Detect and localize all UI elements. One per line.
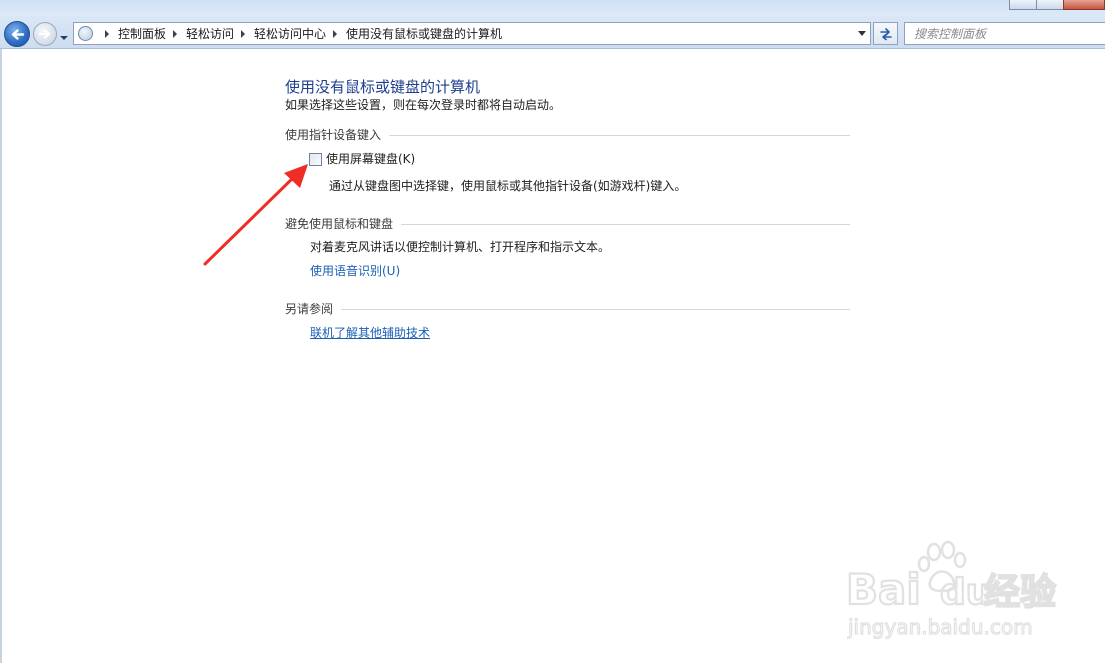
watermark-brand: Bai — [846, 565, 921, 614]
speech-recognition-description: 对着麦克风讲话以便控制计算机、打开程序和指示文本。 — [310, 240, 611, 254]
breadcrumb-item-current-page[interactable]: 使用没有鼠标或键盘的计算机 — [346, 25, 502, 42]
section-heading-text: 使用指针设备键入 — [285, 128, 382, 142]
speech-recognition-link[interactable]: 使用语音识别(U) — [310, 262, 400, 279]
address-bar[interactable]: 控制面板 轻松访问 轻松访问中心 使用没有鼠标或键盘的计算机 — [73, 22, 871, 45]
close-button[interactable] — [1063, 0, 1105, 10]
control-panel-icon — [78, 26, 93, 41]
breadcrumb-separator-icon[interactable] — [241, 29, 246, 38]
on-screen-keyboard-label[interactable]: 使用屏幕键盘(K) — [326, 150, 415, 167]
breadcrumb-item-ease-of-access[interactable]: 轻松访问 — [186, 25, 234, 42]
arrow-right-icon — [38, 29, 51, 39]
breadcrumb-separator-icon[interactable] — [333, 29, 338, 38]
section-heading-avoid-mouse-keyboard: 避免使用鼠标和键盘 — [285, 215, 850, 232]
watermark-url: jingyan.baidu.com — [847, 615, 1033, 639]
arrow-left-icon — [11, 29, 25, 40]
refresh-button[interactable] — [873, 22, 898, 45]
search-input[interactable] — [905, 23, 1104, 44]
refresh-icon — [880, 28, 892, 41]
search-box — [904, 22, 1105, 45]
page-description: 如果选择这些设置，则在每次登录时都将自动启动。 — [285, 98, 562, 112]
back-button[interactable] — [4, 21, 30, 47]
breadcrumb-separator-icon[interactable] — [105, 29, 109, 38]
watermark-product: 经验 — [984, 572, 1056, 613]
section-divider — [389, 135, 850, 136]
forward-button[interactable] — [33, 22, 57, 46]
maximize-button[interactable] — [1036, 0, 1064, 10]
window-controls — [1009, 0, 1105, 10]
page-title: 使用没有鼠标或键盘的计算机 — [285, 78, 481, 96]
section-heading-see-also: 另请参阅 — [285, 300, 850, 317]
breadcrumb-item-ease-of-access-center[interactable]: 轻松访问中心 — [254, 25, 326, 42]
on-screen-keyboard-description: 通过从键盘图中选择键，使用鼠标或其他指针设备(如游戏杆)键入。 — [329, 179, 687, 193]
section-heading-text: 另请参阅 — [285, 302, 334, 316]
section-divider — [341, 309, 850, 310]
breadcrumb-item-control-panel[interactable]: 控制面板 — [118, 25, 166, 42]
assistive-technology-link[interactable]: 联机了解其他辅助技术 — [310, 324, 430, 341]
breadcrumb-separator-icon[interactable] — [173, 29, 178, 38]
on-screen-keyboard-option[interactable]: 使用屏幕键盘(K) — [309, 150, 415, 167]
red-arrow-annotation — [203, 164, 308, 266]
address-dropdown-icon[interactable] — [858, 31, 866, 36]
window-title-strip — [0, 0, 1105, 14]
section-divider — [401, 224, 850, 225]
chevron-down-icon — [60, 36, 68, 40]
minimize-button[interactable] — [1009, 0, 1037, 10]
baidu-jingyan-watermark: Bai du 经验 jingyan.baidu.com — [845, 540, 1057, 640]
section-heading-pointing-device: 使用指针设备键入 — [285, 126, 850, 143]
navigation-bar: 控制面板 轻松访问 轻松访问中心 使用没有鼠标或键盘的计算机 — [0, 0, 1105, 49]
recent-pages-button[interactable] — [59, 30, 69, 44]
breadcrumb: 控制面板 轻松访问 轻松访问中心 使用没有鼠标或键盘的计算机 — [98, 23, 502, 44]
